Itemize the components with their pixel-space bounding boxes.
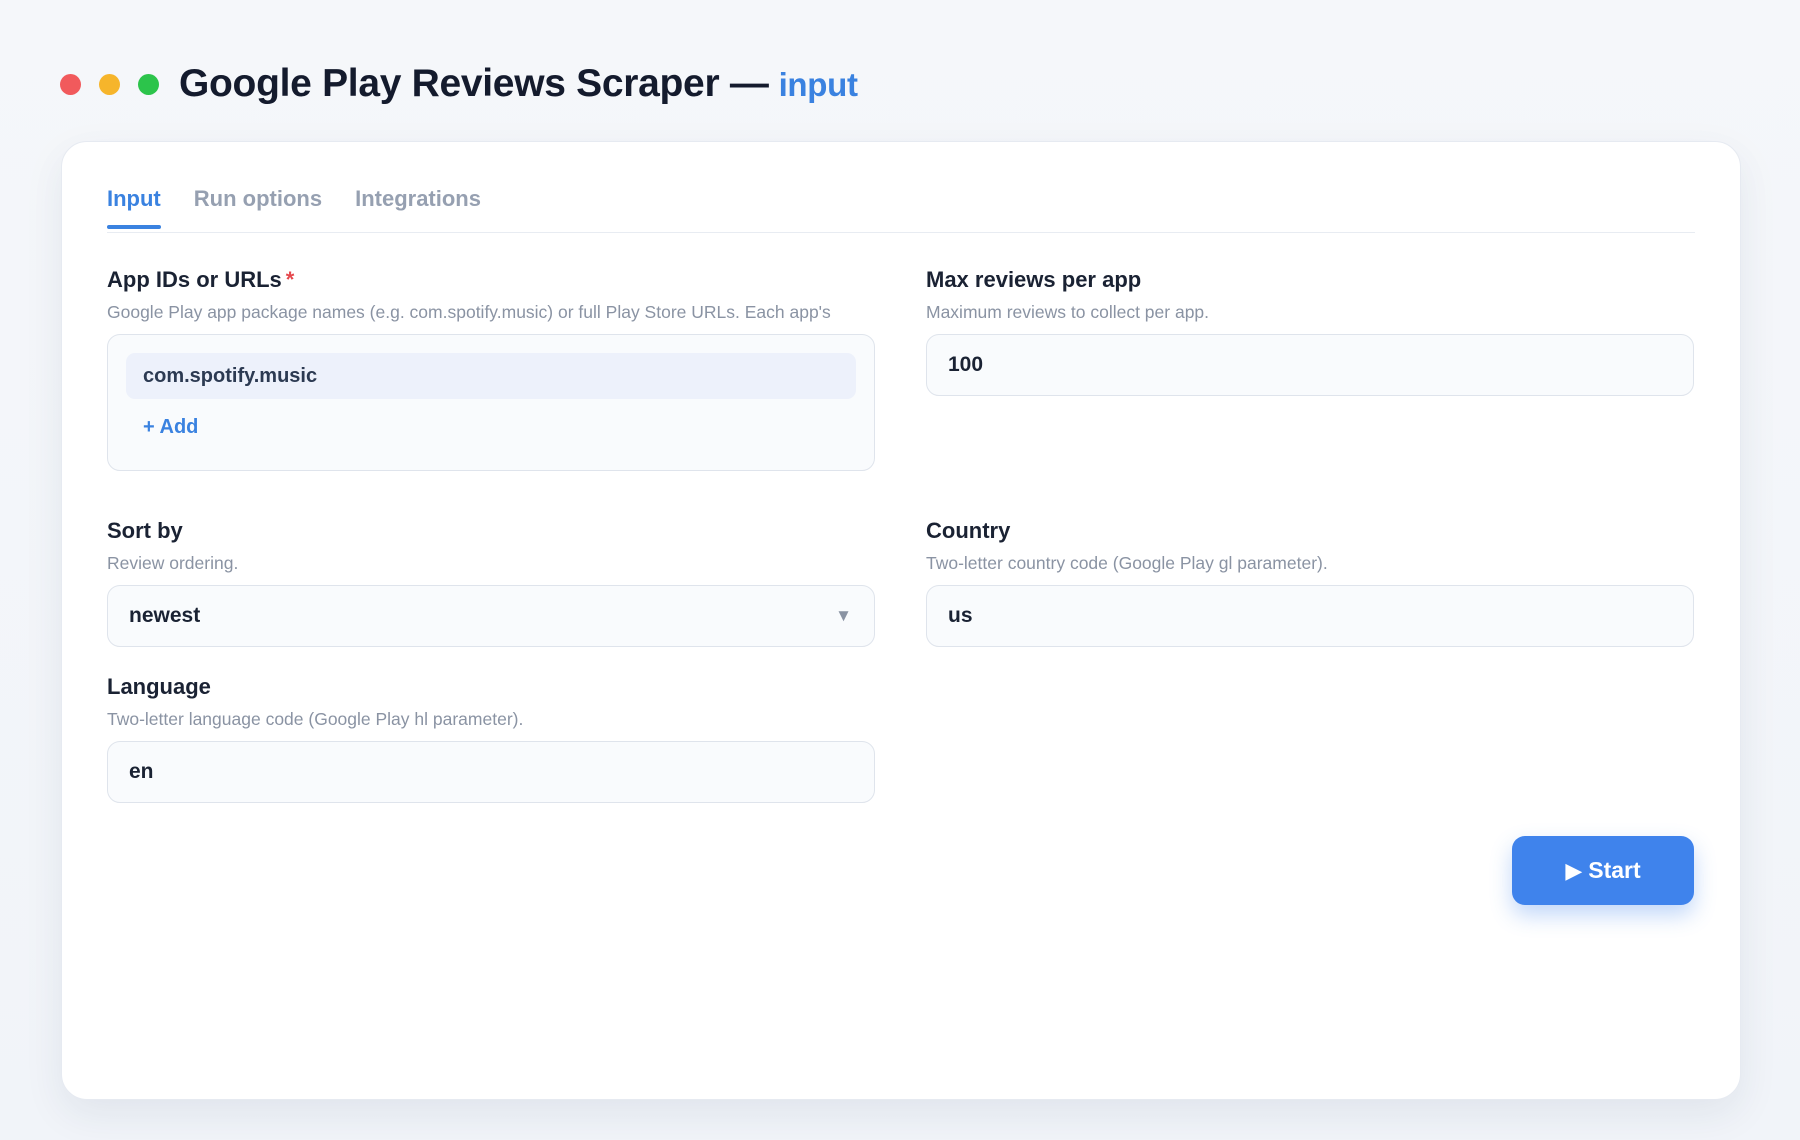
minimize-window-icon[interactable] — [99, 73, 120, 95]
start-button[interactable]: ▶ Start — [1512, 836, 1694, 905]
app-ids-label-text: App IDs or URLs — [107, 267, 282, 292]
input-form-card: Input Run options Integrations App IDs o… — [61, 141, 1741, 1100]
country-input[interactable]: us — [926, 585, 1694, 647]
app-ids-list: com.spotify.music + Add — [107, 334, 875, 471]
app-ids-help: Google Play app package names (e.g. com.… — [107, 302, 831, 322]
tab-input[interactable]: Input — [107, 178, 161, 232]
sort-by-field: Sort by Review ordering. newest ▼ — [107, 517, 875, 647]
app-ids-field: App IDs or URLs * Google Play app package… — [107, 266, 875, 471]
title-bar: Google Play Reviews Scraper — input — [60, 56, 858, 112]
sort-by-label: Sort by — [107, 518, 183, 543]
tab-integrations[interactable]: Integrations — [355, 178, 481, 232]
play-icon: ▶ — [1565, 857, 1583, 883]
country-help: Two-letter country code (Google Play gl … — [926, 553, 1328, 573]
max-reviews-help: Maximum reviews to collect per app. — [926, 302, 1210, 322]
page-title-suffix: input — [778, 66, 858, 103]
max-reviews-field: Max reviews per app Maximum reviews to c… — [926, 266, 1694, 396]
max-reviews-label: Max reviews per app — [926, 267, 1142, 292]
language-help: Two-letter language code (Google Play hl… — [107, 709, 524, 729]
required-marker: * — [285, 267, 295, 292]
start-button-label: Start — [1588, 857, 1641, 883]
page-title-text: Google Play Reviews Scraper — — [179, 62, 769, 105]
app-ids-label: App IDs or URLs * — [107, 266, 875, 294]
sort-by-help: Review ordering. — [107, 553, 239, 573]
page-title: Google Play Reviews Scraper — input — [179, 62, 858, 106]
maximize-window-icon[interactable] — [138, 73, 159, 95]
tab-run-options[interactable]: Run options — [194, 178, 322, 232]
country-field: Country Two-letter country code (Google … — [926, 517, 1694, 647]
max-reviews-input[interactable]: 100 — [926, 334, 1694, 396]
chevron-down-icon: ▼ — [835, 606, 852, 625]
language-field: Language Two-letter language code (Googl… — [107, 673, 875, 803]
max-reviews-value: 100 — [948, 353, 984, 376]
tab-bar: Input Run options Integrations — [107, 178, 1695, 233]
language-label: Language — [107, 674, 211, 699]
app-window: Google Play Reviews Scraper — input Input… — [0, 0, 1800, 1140]
language-input[interactable]: en — [107, 741, 875, 803]
language-value: en — [129, 760, 154, 783]
sort-by-value: newest — [129, 604, 201, 627]
country-label: Country — [926, 518, 1011, 543]
close-window-icon[interactable] — [60, 73, 81, 95]
add-app-id-button[interactable]: + Add — [143, 416, 198, 439]
sort-by-select[interactable]: newest ▼ — [107, 585, 875, 647]
country-value: us — [948, 604, 973, 627]
app-id-item[interactable]: com.spotify.music — [126, 353, 856, 399]
